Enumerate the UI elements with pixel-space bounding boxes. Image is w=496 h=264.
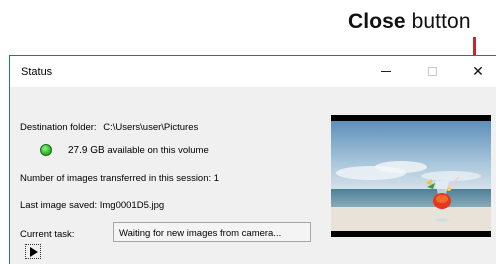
last-saved-value: Img0001D5.jpg	[99, 200, 165, 211]
maximize-button	[409, 56, 455, 87]
window-title: Status	[21, 66, 53, 78]
current-task-label: Current task:	[20, 229, 75, 240]
image-preview	[331, 115, 491, 237]
destination-label: Destination folder:	[20, 122, 97, 133]
images-transferred-row: Number of images transferred in this ses…	[20, 173, 219, 184]
destination-value: C:\Users\user\Pictures	[103, 122, 199, 133]
maximize-icon	[427, 67, 437, 76]
free-space-value: 27.9 GB	[68, 145, 105, 156]
images-transferred-count: 1	[213, 173, 220, 184]
status-content: Destination folder: C:\Users\user\Pictur…	[10, 87, 496, 264]
destination-row: Destination folder: C:\Users\user\Pictur…	[20, 122, 198, 133]
status-led-icon	[40, 144, 52, 156]
play-icon	[30, 246, 38, 257]
last-saved-label: Last image saved:	[20, 200, 98, 211]
callout-label-bold: Close	[348, 10, 406, 33]
callout-label: Close button	[348, 10, 494, 34]
free-space-suffix: available on this volume	[107, 145, 209, 156]
close-icon: ✕	[472, 63, 484, 80]
minimize-button[interactable]	[363, 56, 409, 87]
last-saved-row: Last image saved: Img0001D5.jpg	[20, 200, 164, 211]
play-button[interactable]	[25, 244, 41, 259]
status-window: Status ✕ Destination folder: C:\Users\us…	[9, 55, 496, 264]
close-button[interactable]: ✕	[455, 56, 496, 87]
current-task-field: Waiting for new images from camera...	[113, 222, 311, 242]
preview-photo	[331, 121, 491, 231]
free-space-row: 27.9 GB available on this volume	[68, 145, 209, 156]
minimize-icon	[381, 71, 391, 72]
images-transferred-label: Number of images transferred in this ses…	[20, 173, 212, 184]
callout-label-rest: button	[405, 10, 471, 33]
title-bar[interactable]: Status ✕	[10, 56, 496, 87]
